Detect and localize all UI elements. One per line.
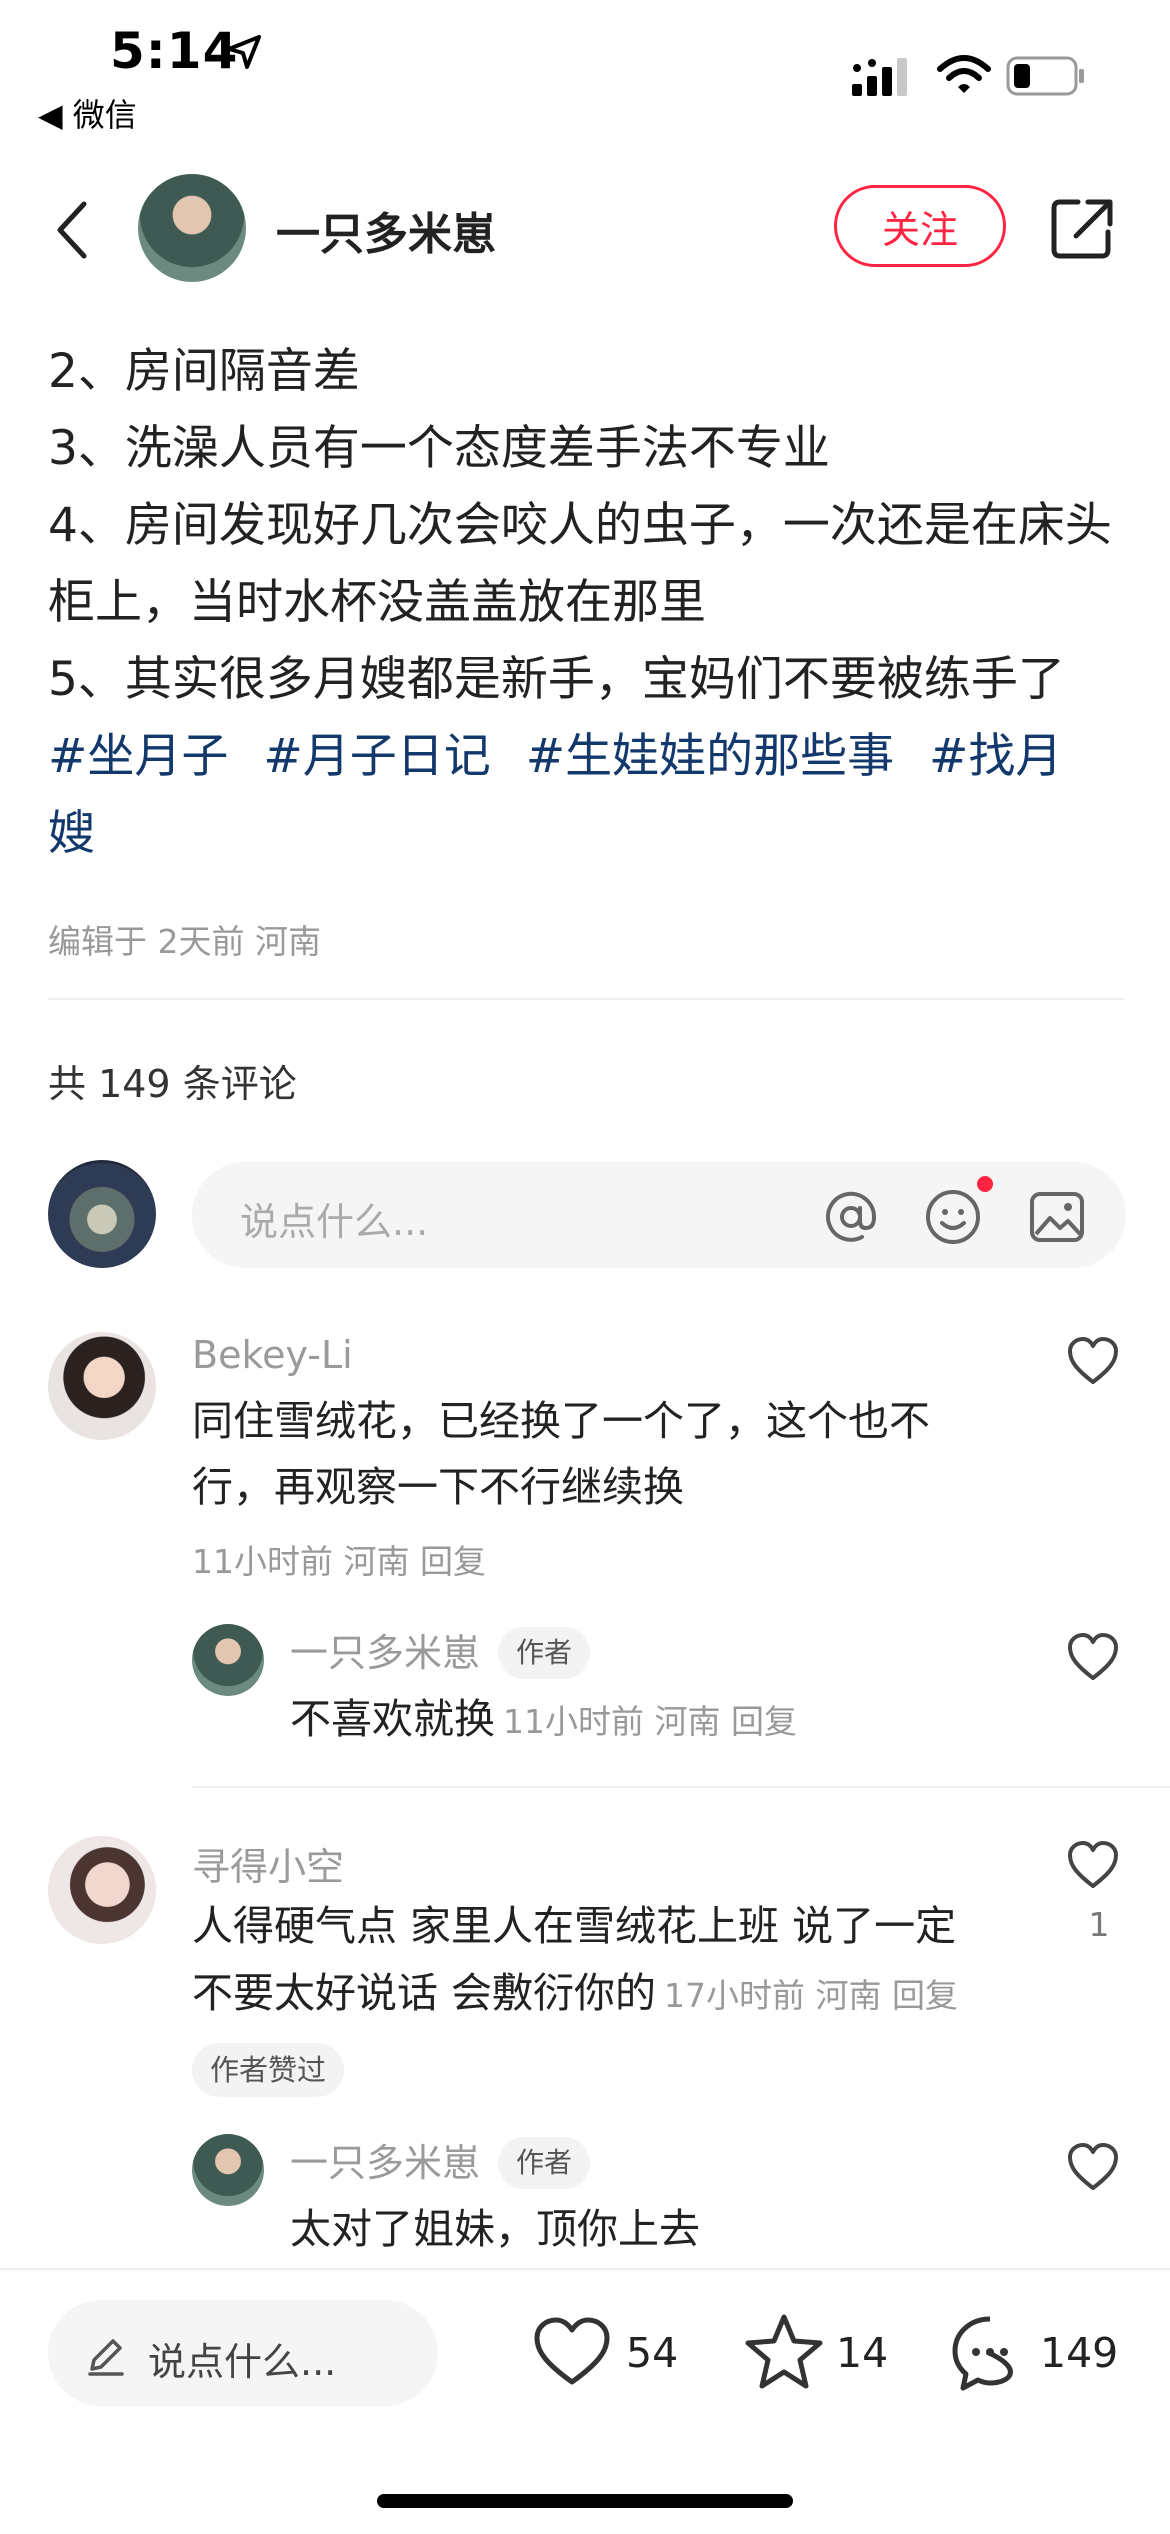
follow-button[interactable]: 关注 <box>834 185 1006 267</box>
comment-like-heart-icon[interactable] <box>1066 1336 1120 1386</box>
share-icon[interactable] <box>1050 196 1116 260</box>
reply-text: 太对了姐妹，顶你上去 <box>290 2205 700 2253</box>
comment-like-heart-icon[interactable] <box>1066 1840 1120 1890</box>
back-to-wechat-link[interactable]: ◀ 微信 <box>38 90 137 136</box>
like-count: 54 <box>626 2329 679 2377</box>
reply-author-avatar[interactable] <box>192 2134 264 2206</box>
my-avatar <box>48 1160 156 1268</box>
back-chevron-icon[interactable] <box>52 200 92 260</box>
comment-like-count: 1 <box>1088 1905 1110 1944</box>
comment-count: 共 149 条评论 <box>48 1062 297 1106</box>
reply-author-avatar[interactable] <box>192 1624 264 1696</box>
hashtag-link[interactable]: #月子日记 <box>263 729 490 784</box>
comment-text-line: 不要太好说话 会敷衍你的 17小时前 河南 回复 <box>192 1960 1052 2029</box>
divider <box>192 1786 1170 1788</box>
post-line: 5、其实很多月嫂都是新手，宝妈们不要被练手了 <box>48 652 1065 707</box>
emoji-notification-dot <box>977 1176 993 1192</box>
comment-total-count: 149 <box>1040 2329 1119 2377</box>
collect-star-icon[interactable] <box>744 2312 824 2392</box>
reply-line: 不喜欢就换 11小时前 河南 回复 <box>290 1686 797 1755</box>
collect-count: 14 <box>836 2329 889 2377</box>
author-badge: 作者 <box>498 2137 591 2189</box>
bottom-input-placeholder[interactable]: 说点什么... <box>148 2331 336 2386</box>
post-line: 2、房间隔音差 <box>48 344 360 399</box>
comment-meta[interactable]: 17小时前 河南 回复 <box>664 1976 958 2015</box>
status-time: 5:14 <box>110 22 239 80</box>
author-liked-badge: 作者赞过 <box>192 2043 345 2097</box>
commenter-name[interactable]: 寻得小空 <box>192 1836 344 1891</box>
mention-at-icon[interactable] <box>822 1188 880 1246</box>
hashtag-link[interactable]: #坐月子 <box>48 729 228 784</box>
home-indicator[interactable] <box>377 2494 793 2508</box>
comment-input-placeholder[interactable]: 说点什么... <box>240 1191 428 1246</box>
reply-author-name[interactable]: 一只多米崽 <box>290 2141 480 2185</box>
hashtag-link[interactable]: #生娃娃的那些事 <box>526 729 894 784</box>
image-icon[interactable] <box>1028 1188 1086 1246</box>
reply-meta[interactable]: 11小时前 河南 回复 <box>503 1702 797 1741</box>
comment-meta[interactable]: 11小时前 河南 回复 <box>192 1535 486 1583</box>
post-line: 3、洗澡人员有一个态度差手法不专业 <box>48 421 830 476</box>
post-content: 2、房间隔音差 3、洗澡人员有一个态度差手法不专业 4、房间发现好几次会咬人的虫… <box>48 333 1128 872</box>
comment-text: 同住雪绒花，已经换了一个了，这个也不行，再观察一下不行继续换 <box>192 1397 930 1511</box>
reply-like-heart-icon[interactable] <box>1066 1632 1120 1682</box>
emoji-icon[interactable] <box>924 1188 982 1246</box>
divider <box>48 998 1124 1000</box>
like-heart-icon[interactable] <box>532 2316 612 2388</box>
post-line: 4、房间发现好几次会咬人的虫子，一次还是在床头柜上，当时水杯没盖盖放在那里 <box>48 498 1112 630</box>
reply-text: 不喜欢就换 <box>290 1695 495 1743</box>
comment-text: 不要太好说话 会敷衍你的 <box>192 1969 657 2017</box>
pen-icon <box>84 2333 128 2377</box>
reply-like-heart-icon[interactable] <box>1066 2142 1120 2192</box>
reply-author-line: 一只多米崽 作者 <box>290 1622 591 1679</box>
author-badge: 作者 <box>498 1627 591 1679</box>
author-name[interactable]: 一只多米崽 <box>276 198 496 262</box>
post-tags: #坐月子 #月子日记 #生娃娃的那些事 #找月嫂 <box>48 718 1128 872</box>
wifi-icon <box>936 55 992 97</box>
commenter-avatar[interactable] <box>48 1332 156 1440</box>
reply-author-name[interactable]: 一只多米崽 <box>290 1631 480 1675</box>
commenter-name[interactable]: Bekey-Li <box>192 1333 353 1377</box>
post-edit-meta: 编辑于 2天前 河南 <box>48 922 321 961</box>
comment-bubble-icon[interactable] <box>950 2314 1030 2394</box>
cellular-signal-icon <box>852 58 916 98</box>
comment-text-line: 人得硬气点 家里人在雪绒花上班 说了一定 <box>192 1902 957 1950</box>
location-arrow-icon <box>226 34 262 70</box>
battery-icon <box>1006 56 1086 96</box>
reply-author-line: 一只多米崽 作者 <box>290 2132 591 2189</box>
commenter-avatar[interactable] <box>48 1836 156 1944</box>
author-avatar[interactable] <box>138 174 246 282</box>
